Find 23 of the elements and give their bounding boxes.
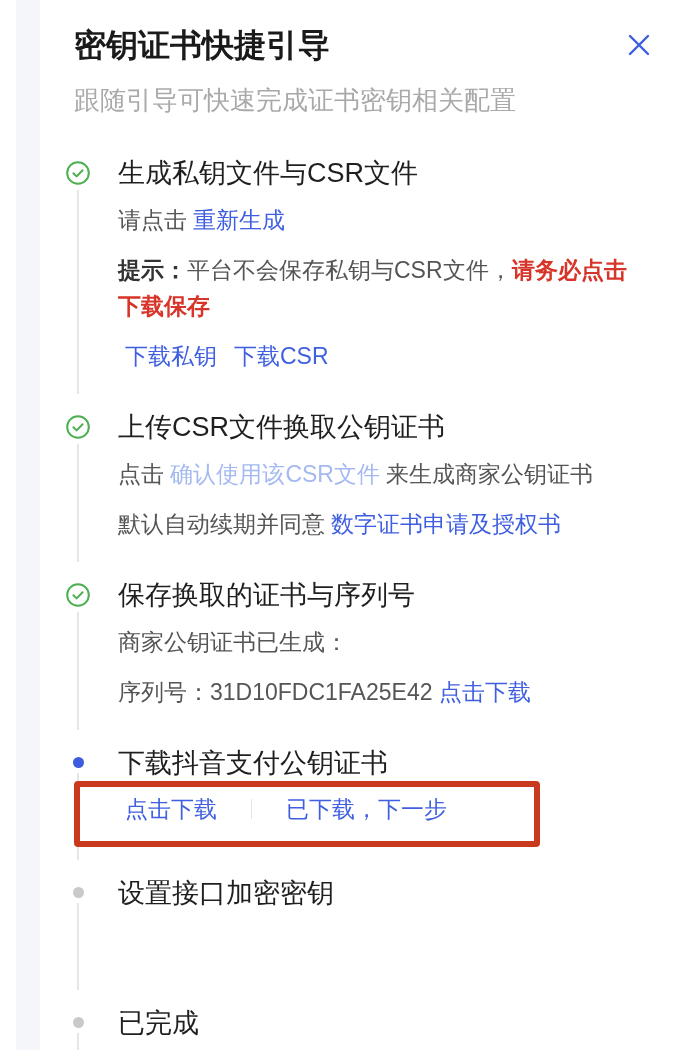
- step-title: 下载抖音支付公钥证书: [118, 747, 389, 780]
- action-link[interactable]: 已下载，下一步: [279, 791, 454, 827]
- drawer-subtitle: 跟随引导可快速完成证书密钥相关配置: [74, 84, 517, 117]
- step-text: 商家公钥证书已生成：: [118, 628, 349, 657]
- step-title: 生成私钥文件与CSR文件: [118, 157, 419, 190]
- text-link[interactable]: 数字证书申请及授权书: [331, 511, 562, 537]
- step-text: 默认自动续期并同意 数字证书申请及授权书: [118, 510, 563, 539]
- close-button[interactable]: [628, 34, 650, 56]
- action-link[interactable]: 下载私钥: [118, 338, 224, 374]
- drawer-title: 密钥证书快捷引导: [74, 26, 330, 65]
- step-text: 请点击 重新生成: [118, 206, 287, 235]
- step-title: 设置接口加密密钥: [118, 877, 335, 910]
- step-title: 上传CSR文件换取公钥证书: [118, 411, 446, 444]
- step-text: 点击 确认使用该CSR文件 来生成商家公钥证书: [118, 460, 595, 489]
- step-title: 已完成: [118, 1007, 200, 1040]
- step-text: 序列号：31D10FDC1FA25E42 点击下载: [118, 678, 532, 707]
- text-link[interactable]: 点击下载: [438, 679, 531, 705]
- action-link[interactable]: 下载CSR: [227, 338, 336, 374]
- close-icon: [628, 34, 650, 56]
- text-link[interactable]: 重新生成: [193, 207, 286, 233]
- step-title: 保存换取的证书与序列号: [118, 579, 416, 612]
- step-text: 提示：平台不会保存私钥与CSR文件，请务必点击下载保存: [118, 256, 628, 321]
- action-link[interactable]: 点击下载: [118, 791, 224, 827]
